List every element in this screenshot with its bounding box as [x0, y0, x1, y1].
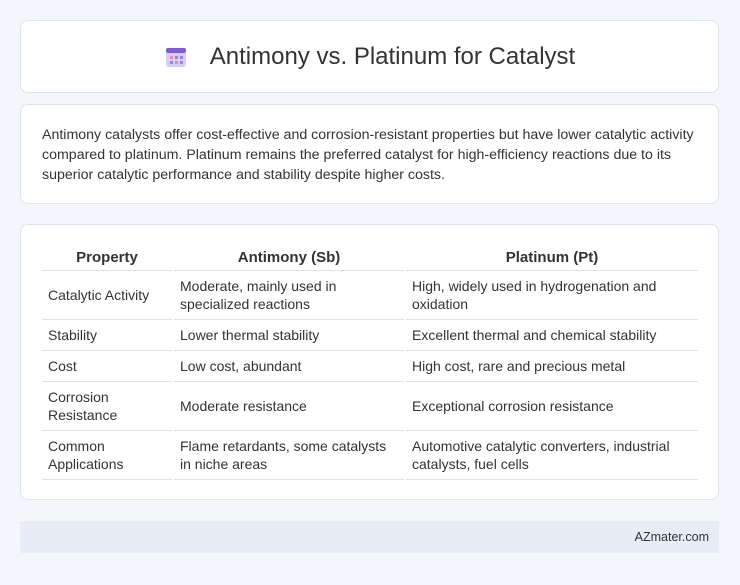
table-row: Corrosion Resistance Moderate resistance…: [42, 382, 698, 431]
antimony-cell: Moderate resistance: [174, 382, 404, 431]
column-header-antimony: Antimony (Sb): [174, 245, 404, 271]
property-cell: Catalytic Activity: [42, 271, 172, 320]
platinum-cell: High, widely used in hydrogenation and o…: [406, 271, 698, 320]
summary-text: Antimony catalysts offer cost-effective …: [42, 127, 694, 183]
antimony-cell: Lower thermal stability: [174, 320, 404, 351]
comparison-table-card: Property Antimony (Sb) Platinum (Pt) Cat…: [20, 224, 719, 500]
table-row: Stability Lower thermal stability Excell…: [42, 320, 698, 351]
comparison-table: Property Antimony (Sb) Platinum (Pt) Cat…: [40, 245, 700, 480]
antimony-cell: Flame retardants, some catalysts in nich…: [174, 431, 404, 480]
antimony-cell: Low cost, abundant: [174, 351, 404, 382]
platinum-cell: Automotive catalytic converters, industr…: [406, 431, 698, 480]
platinum-cell: High cost, rare and precious metal: [406, 351, 698, 382]
property-cell: Common Applications: [42, 431, 172, 480]
property-cell: Corrosion Resistance: [42, 382, 172, 431]
column-header-property: Property: [42, 245, 172, 271]
table-header-row: Property Antimony (Sb) Platinum (Pt): [42, 245, 698, 271]
title-card: Antimony vs. Platinum for Catalyst: [20, 20, 719, 93]
column-header-platinum: Platinum (Pt): [406, 245, 698, 271]
table-row: Cost Low cost, abundant High cost, rare …: [42, 351, 698, 382]
summary-card: Antimony catalysts offer cost-effective …: [20, 104, 719, 204]
footer: AZmater.com: [20, 521, 719, 553]
page-title: Antimony vs. Platinum for Catalyst: [209, 42, 576, 70]
antimony-cell: Moderate, mainly used in specialized rea…: [174, 271, 404, 320]
calendar-icon: [164, 45, 188, 69]
platinum-cell: Excellent thermal and chemical stability: [406, 320, 698, 351]
footer-site-link[interactable]: AZmater.com: [635, 530, 709, 544]
table-row: Catalytic Activity Moderate, mainly used…: [42, 271, 698, 320]
table-row: Common Applications Flame retardants, so…: [42, 431, 698, 480]
property-cell: Cost: [42, 351, 172, 382]
platinum-cell: Exceptional corrosion resistance: [406, 382, 698, 431]
property-cell: Stability: [42, 320, 172, 351]
